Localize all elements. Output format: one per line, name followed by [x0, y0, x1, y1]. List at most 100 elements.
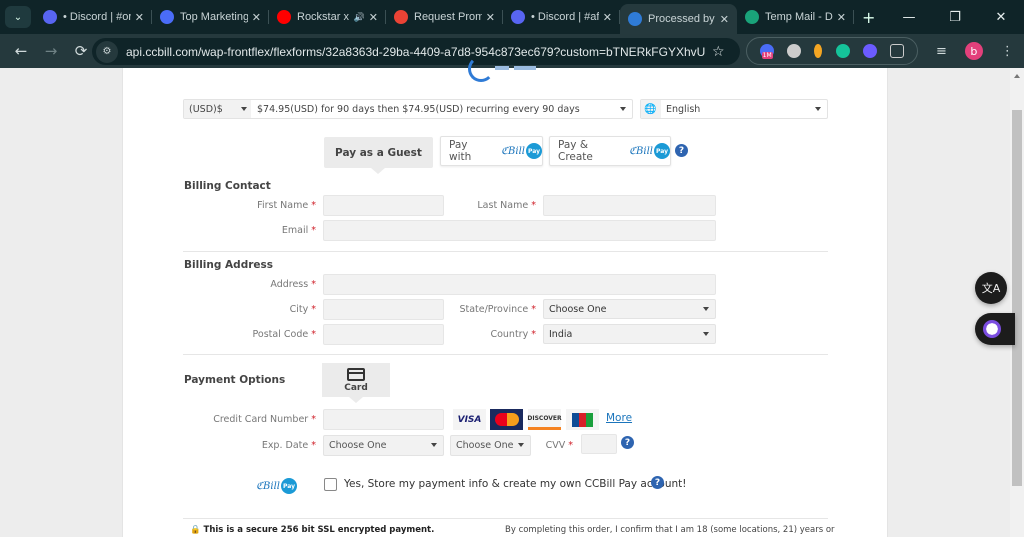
site-settings-icon[interactable]: ⚙ — [96, 40, 118, 63]
active-tab-pointer — [371, 168, 385, 174]
store-payment-checkbox[interactable] — [324, 478, 337, 491]
cvv-help-icon[interactable]: ? — [621, 436, 634, 449]
postal-code-label: Postal Code * — [252, 329, 316, 340]
gmail-icon — [394, 10, 408, 24]
visa-logo: VISA — [453, 409, 486, 430]
card-number-input[interactable] — [323, 409, 444, 430]
grammarly-icon[interactable] — [835, 44, 850, 58]
card-payment-tab[interactable]: Card — [322, 363, 390, 397]
terms-text: By completing this order, I confirm that… — [505, 525, 835, 535]
extension-moon-icon[interactable] — [814, 44, 823, 58]
browser-tab[interactable]: Temp Mail - D ✕ — [737, 0, 854, 34]
state-label: State/Province * — [459, 304, 536, 315]
pay-and-create-tab[interactable]: Pay & Create ℭBill Pay — [549, 136, 671, 166]
first-name-label: First Name * — [257, 200, 316, 211]
billing-contact-heading: Billing Contact — [184, 180, 271, 192]
browser-menu-button[interactable]: ⋮ — [1001, 44, 1014, 59]
postal-code-input[interactable] — [323, 324, 444, 345]
country-select[interactable]: India — [543, 324, 716, 344]
assistant-float-button[interactable] — [975, 313, 1015, 345]
browser-tab[interactable]: Request Prom ✕ — [386, 0, 503, 34]
browser-tab[interactable]: • Discord | #af ✕ — [503, 0, 620, 34]
email-input[interactable] — [323, 220, 716, 241]
tempmail-icon — [745, 10, 759, 24]
close-window-button[interactable]: ✕ — [978, 10, 1024, 25]
price-option-select[interactable]: (USD)$ $74.95(USD) for 90 days then $74.… — [183, 99, 633, 119]
price-option-text: $74.95(USD) for 90 days then $74.95(USD)… — [257, 103, 580, 115]
discord-icon — [511, 10, 525, 24]
profile-avatar[interactable]: b — [964, 42, 983, 60]
scroll-up-arrow[interactable] — [1014, 74, 1020, 78]
extension-s-icon[interactable] — [786, 44, 801, 58]
tab-strip: ⌄ • Discord | #or ✕ Top Marketing ✕ Rock… — [0, 0, 1024, 34]
cvv-input[interactable] — [581, 434, 617, 454]
translate-float-button[interactable]: 文A — [975, 272, 1007, 304]
jcb-logo — [566, 409, 599, 430]
exp-month-select[interactable]: Choose One — [323, 435, 444, 456]
last-name-label: Last Name * — [477, 200, 536, 211]
currency-select[interactable]: (USD)$ — [184, 100, 251, 118]
close-tab-icon[interactable]: ✕ — [369, 11, 378, 24]
exp-date-label: Exp. Date * — [261, 440, 316, 451]
close-tab-icon[interactable]: ✕ — [486, 11, 495, 24]
tab-title: • Discord | #af — [531, 11, 599, 23]
browser-tab[interactable]: Processed by ✕ — [620, 4, 737, 34]
discord-icon — [43, 10, 57, 24]
browser-tab[interactable]: • Discord | #or ✕ — [35, 0, 152, 34]
ccbill-pay-logo: ℭBill Pay — [629, 143, 670, 159]
country-label: Country * — [490, 329, 536, 340]
address-bar[interactable]: ⚙ api.ccbill.com/wap-frontflex/flexforms… — [92, 38, 740, 65]
pay-with-ccbill-tab[interactable]: Pay with ℭBill Pay — [440, 136, 543, 166]
address-input[interactable] — [323, 274, 716, 295]
tab-separator — [853, 10, 854, 24]
audio-icon[interactable]: 🔊 — [354, 12, 365, 23]
close-tab-icon[interactable]: ✕ — [252, 11, 261, 24]
state-select[interactable]: Choose One — [543, 299, 716, 319]
extension-calendar-icon[interactable]: 1M — [759, 44, 774, 59]
divider — [183, 518, 828, 519]
tab-search-button[interactable]: ⌄ — [5, 6, 31, 28]
youtube-icon — [277, 10, 291, 24]
close-tab-icon[interactable]: ✕ — [720, 13, 729, 26]
mastercard-logo — [490, 409, 523, 430]
email-label: Email * — [281, 225, 316, 236]
maximize-button[interactable]: ❐ — [932, 10, 978, 25]
tab-title: Rockstar x — [297, 11, 349, 23]
exp-year-select[interactable]: Choose One — [450, 435, 531, 456]
close-tab-icon[interactable]: ✕ — [135, 11, 144, 24]
tab-title: Top Marketing — [180, 11, 248, 23]
extensions-puzzle-icon[interactable] — [890, 44, 905, 58]
secure-payment-note: 🔒 This is a secure 256 bit SSL encrypted… — [190, 525, 435, 535]
card-number-label: Credit Card Number * — [213, 414, 316, 425]
first-name-input[interactable] — [323, 195, 444, 216]
close-tab-icon[interactable]: ✕ — [837, 11, 846, 24]
more-cards-link[interactable]: More — [606, 412, 632, 424]
city-input[interactable] — [323, 299, 444, 320]
ccbill-pay-logo: ℭBill Pay — [501, 143, 542, 159]
media-control-icon[interactable]: ≡ — [936, 44, 947, 59]
city-label: City * — [289, 304, 316, 315]
browser-tab[interactable]: Rockstar x 🔊 ✕ — [269, 0, 386, 34]
back-button[interactable]: ← — [6, 42, 36, 60]
new-tab-button[interactable]: + — [862, 8, 875, 27]
last-name-input[interactable] — [543, 195, 716, 216]
forward-button[interactable]: → — [36, 42, 66, 60]
bot-icon — [983, 320, 1001, 338]
url-text[interactable]: api.ccbill.com/wap-frontflex/flexforms/3… — [126, 45, 706, 59]
language-select[interactable]: 🌐 English — [640, 99, 828, 119]
store-payment-help-icon[interactable]: ? — [651, 476, 664, 489]
minimize-button[interactable]: — — [886, 10, 932, 25]
browser-toolbar: ← → ⟳ ⚙ api.ccbill.com/wap-frontflex/fle… — [0, 34, 1024, 68]
globe-icon: 🌐 — [641, 100, 661, 118]
browser-tab[interactable]: Top Marketing ✕ — [152, 0, 269, 34]
ccbill-logo — [468, 56, 494, 82]
pay-as-guest-tab[interactable]: Pay as a Guest — [324, 137, 433, 168]
extension-bot-icon[interactable] — [862, 44, 877, 58]
close-tab-icon[interactable]: ✕ — [603, 11, 612, 24]
page-scrollbar[interactable] — [1010, 68, 1024, 537]
bookmark-star-icon[interactable]: ☆ — [712, 44, 725, 60]
store-payment-label[interactable]: Yes, Store my payment info & create my o… — [344, 478, 686, 490]
scroll-thumb[interactable] — [1012, 110, 1022, 486]
ccbill-logo-part — [495, 66, 509, 70]
pay-options-help-icon[interactable]: ? — [675, 144, 688, 157]
